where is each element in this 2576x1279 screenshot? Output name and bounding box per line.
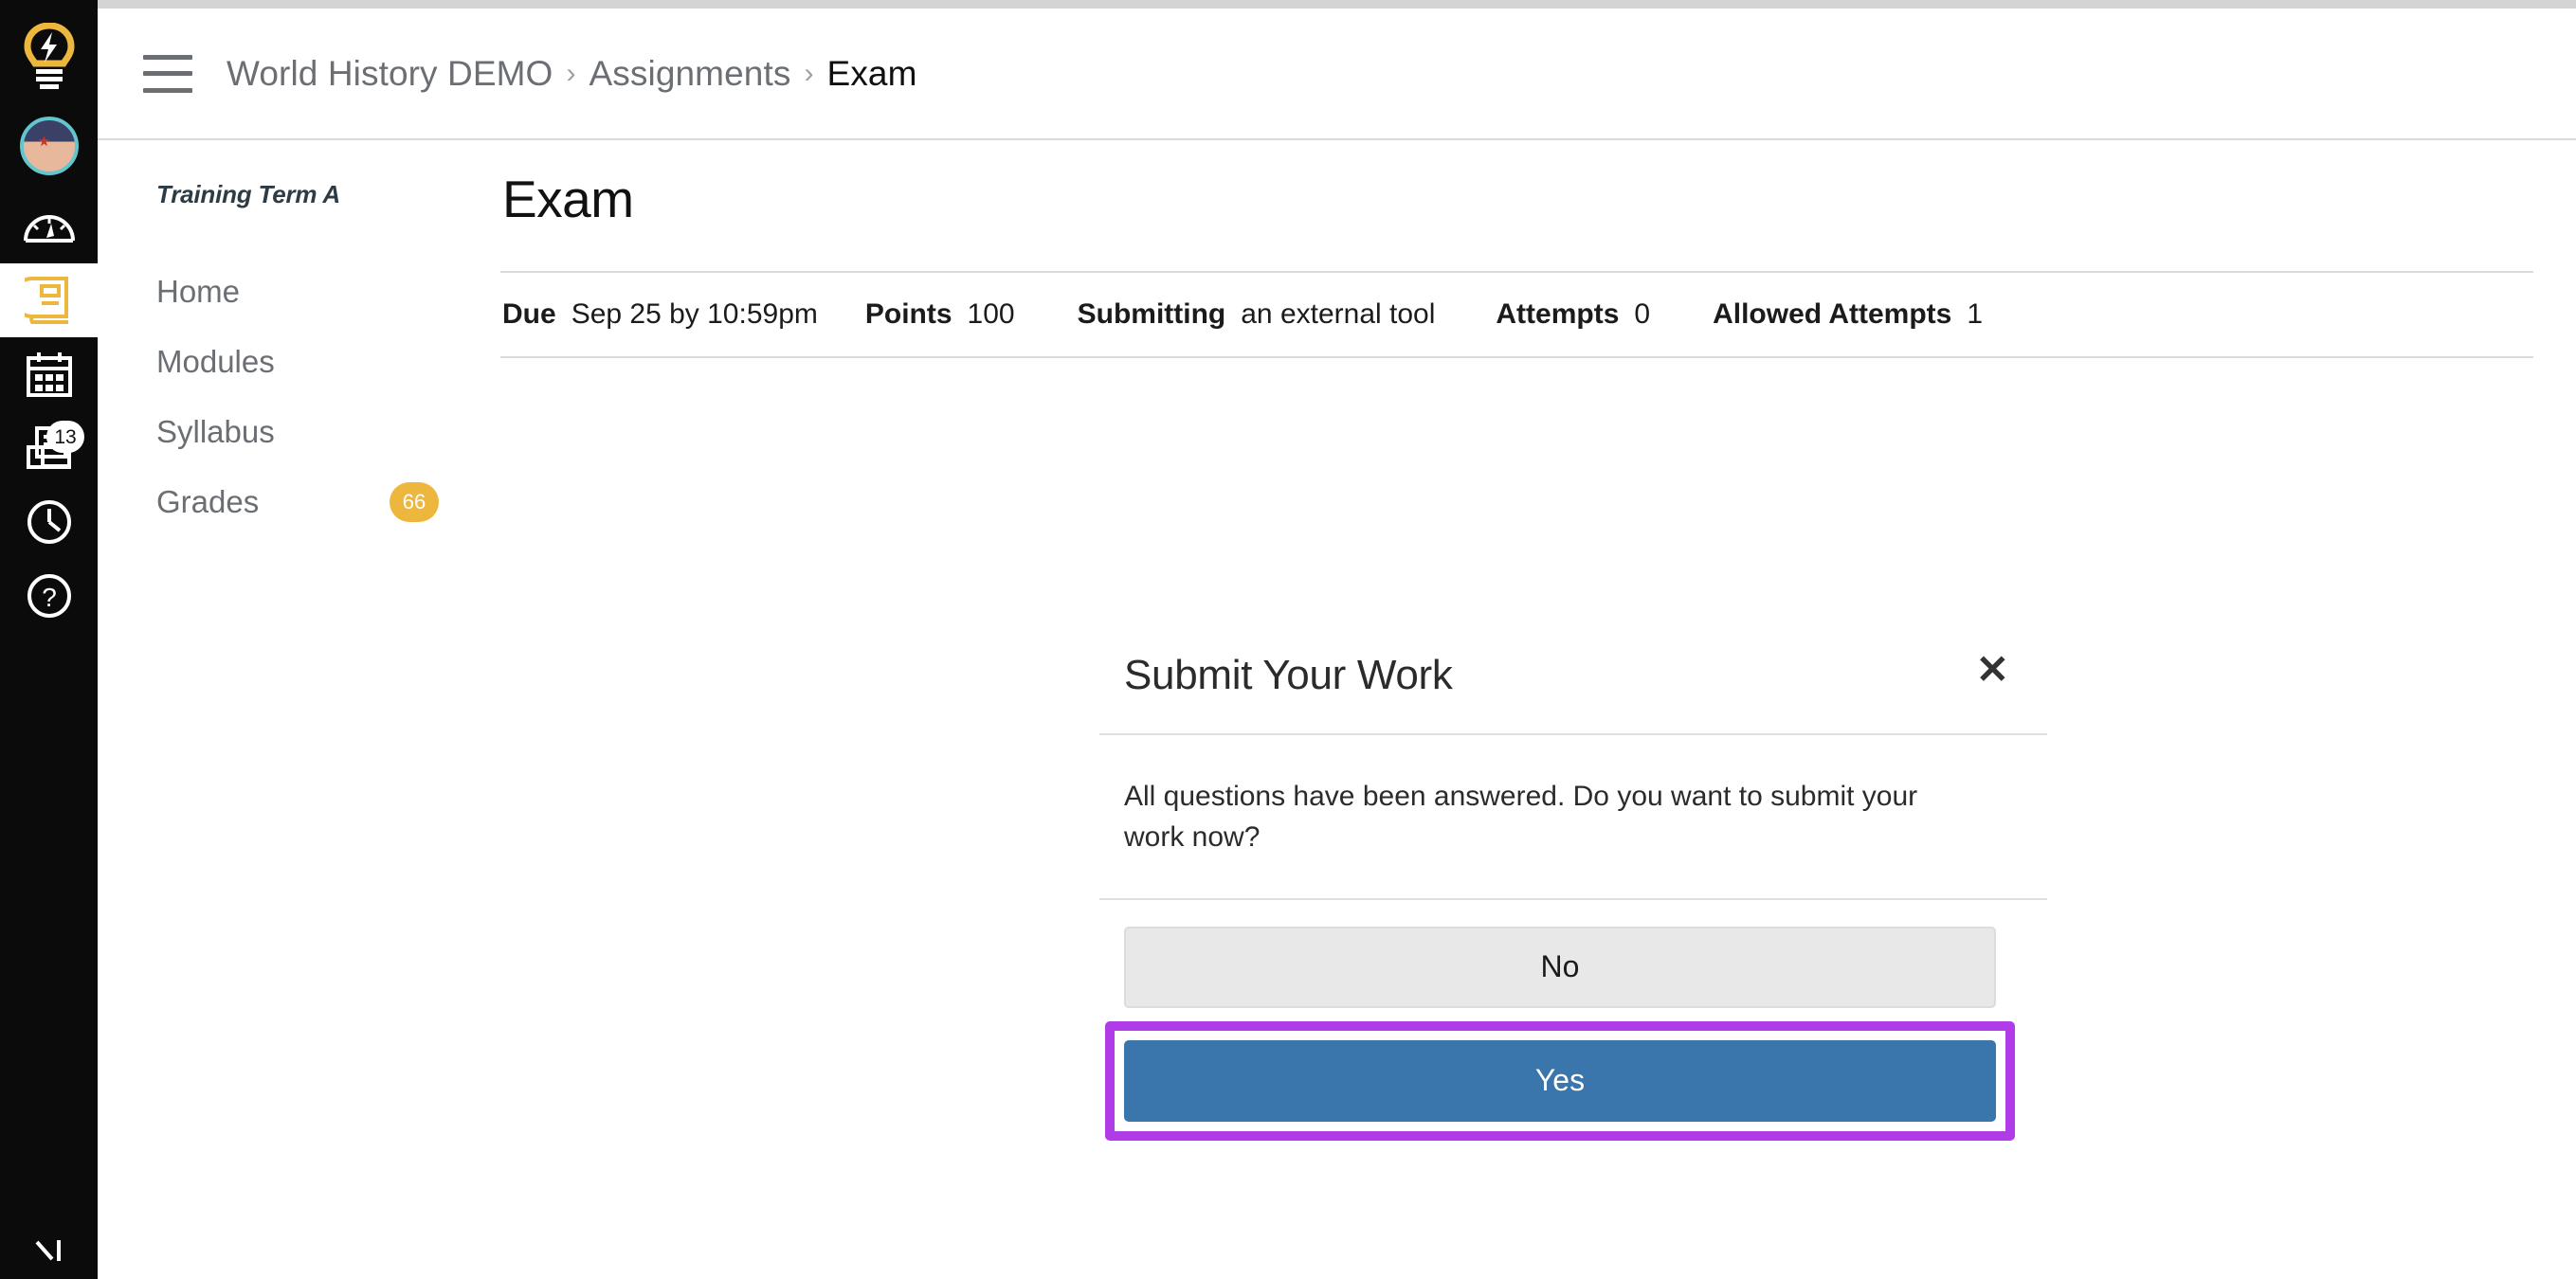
global-nav-history[interactable] <box>0 485 98 559</box>
browser-top-strip <box>0 0 2576 9</box>
meta-submitting: Submitting an external tool <box>1078 298 1436 331</box>
meta-value: an external tool <box>1241 298 1436 330</box>
breadcrumb-item-assignments[interactable]: Assignments <box>590 54 791 94</box>
sidebar-item-syllabus[interactable]: Syllabus <box>156 397 456 467</box>
meta-attempts: Attempts 0 <box>1496 298 1650 331</box>
sidebar-item-label: Modules <box>156 344 275 379</box>
meta-label: Attempts <box>1496 298 1620 330</box>
book-icon <box>24 277 68 324</box>
breadcrumb: World History DEMO › Assignments › Exam <box>227 54 917 94</box>
meta-label: Points <box>864 298 952 330</box>
hamburger-line <box>143 54 192 60</box>
dashboard-gauge-icon <box>23 215 75 243</box>
sidebar-item-label: Home <box>156 274 241 309</box>
svg-text:?: ? <box>42 583 57 612</box>
breadcrumb-header: World History DEMO › Assignments › Exam <box>98 9 2576 140</box>
hamburger-line <box>143 87 192 93</box>
global-nav-account[interactable] <box>0 102 98 189</box>
assignment-meta-row: Due Sep 25 by 10:59pm Points 100 Submitt… <box>500 271 2533 358</box>
close-x-icon[interactable]: ✕ <box>1967 644 2019 695</box>
no-button[interactable]: No <box>1124 926 1996 1008</box>
global-nav-dashboard[interactable] <box>0 189 98 263</box>
page-title: Exam <box>502 170 634 228</box>
avatar <box>19 117 79 175</box>
submit-work-dialog: Submit Your Work ✕ All questions have be… <box>1099 618 2047 1141</box>
meta-label: Submitting <box>1077 298 1226 330</box>
meta-label: Due <box>502 298 556 330</box>
breadcrumb-separator: › <box>804 57 814 89</box>
meta-points: Points 100 <box>865 298 1015 331</box>
global-navigation: 13 ? <box>0 0 98 1279</box>
course-navigation: Training Term A Home Modules Syllabus Gr… <box>98 142 500 1279</box>
global-nav-courses[interactable] <box>0 263 98 337</box>
global-nav-logo[interactable] <box>0 11 98 102</box>
yes-button-highlight: Yes <box>1105 1020 2015 1141</box>
meta-label: Allowed Attempts <box>1713 298 1952 330</box>
yes-button[interactable]: Yes <box>1124 1039 1996 1122</box>
meta-value: 0 <box>1634 298 1651 330</box>
dialog-title: Submit Your Work <box>1124 652 1453 698</box>
clock-icon <box>27 500 71 544</box>
breadcrumb-item-course[interactable]: World History DEMO <box>227 54 553 94</box>
global-nav-help[interactable]: ? <box>0 559 98 633</box>
meta-due: Due Sep 25 by 10:59pm <box>502 298 818 331</box>
breadcrumb-separator: › <box>566 57 576 89</box>
meta-value: Sep 25 by 10:59pm <box>571 298 818 330</box>
collapse-arrow-icon <box>35 1240 61 1261</box>
breadcrumb-item-current: Exam <box>826 53 917 93</box>
meta-value: 100 <box>967 298 1015 330</box>
grades-badge: 66 <box>390 482 439 522</box>
global-nav-collapse[interactable] <box>0 1222 98 1279</box>
sidebar-item-modules[interactable]: Modules <box>156 327 456 397</box>
course-term-label: Training Term A <box>156 180 340 208</box>
global-nav-calendar[interactable] <box>0 337 98 411</box>
sidebar-item-label: Grades <box>156 484 260 519</box>
meta-value: 1 <box>1967 298 1984 330</box>
sidebar-item-grades[interactable]: Grades 66 <box>156 467 456 537</box>
lightbulb-icon <box>23 23 75 89</box>
hamburger-line <box>143 71 192 76</box>
calendar-icon <box>26 352 72 397</box>
question-circle-icon: ? <box>27 574 71 618</box>
inbox-badge: 13 <box>46 421 84 453</box>
dialog-header: Submit Your Work ✕ <box>1099 618 2047 735</box>
dialog-footer: No Yes <box>1099 900 2047 1141</box>
sidebar-item-label: Syllabus <box>156 414 275 449</box>
meta-allowed-attempts: Allowed Attempts 1 <box>1713 298 1983 331</box>
main-content: Exam Due Sep 25 by 10:59pm Points 100 Su… <box>500 142 2576 1279</box>
global-nav-inbox[interactable]: 13 <box>0 411 98 485</box>
hamburger-menu-icon[interactable] <box>143 54 192 93</box>
canvas-assignment-page: 13 ? World History DEMO › Assignments › … <box>0 0 2576 1279</box>
sidebar-item-home[interactable]: Home <box>156 257 456 327</box>
dialog-message: All questions have been answered. Do you… <box>1124 781 1918 853</box>
dialog-body: All questions have been answered. Do you… <box>1099 735 2047 900</box>
